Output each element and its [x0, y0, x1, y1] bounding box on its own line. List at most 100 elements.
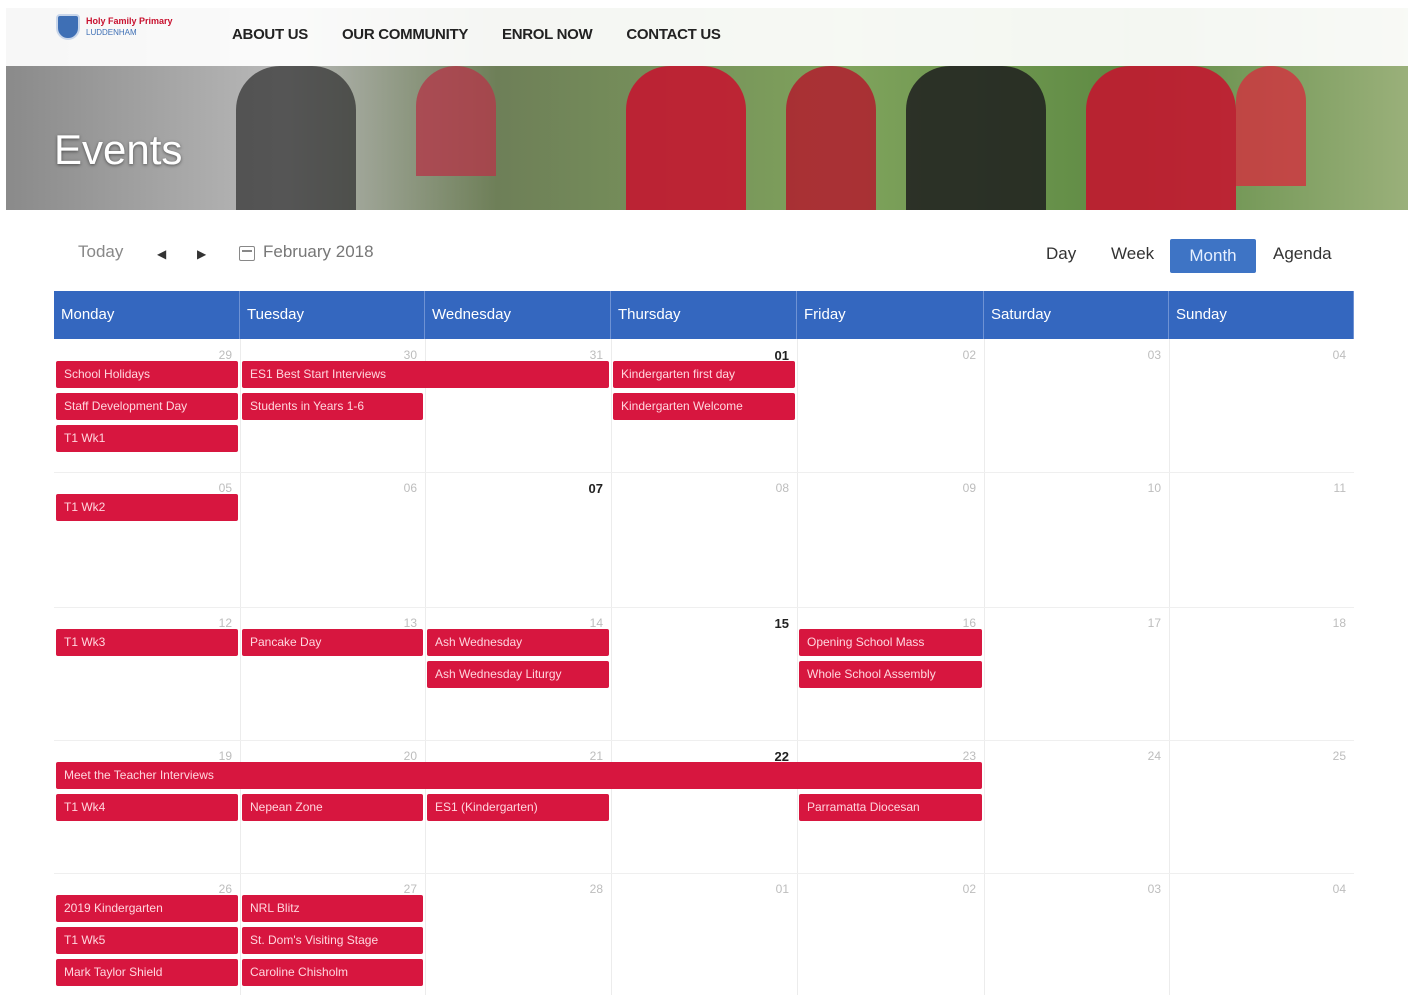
month-calendar: Monday Tuesday Wednesday Thursday Friday Satu… — [54, 291, 1354, 995]
calendar-event[interactable]: NRL Blitz — [242, 895, 423, 922]
main-nav: ABOUT US OUR COMMUNITY ENROL NOW CONTACT… — [232, 26, 755, 43]
day-header-wednesday: Wednesday — [425, 291, 611, 339]
calendar-event[interactable]: Students in Years 1-6 — [242, 393, 423, 420]
day-number[interactable]: 29 — [202, 348, 232, 362]
day-number[interactable]: 14 — [573, 616, 603, 630]
nav-our-community[interactable]: OUR COMMUNITY — [342, 26, 468, 43]
grid-row-divider — [54, 472, 1354, 473]
calendar-event[interactable]: Whole School Assembly — [799, 661, 982, 688]
nav-about-us[interactable]: ABOUT US — [232, 26, 308, 43]
grid-column-divider — [1169, 339, 1170, 995]
day-number[interactable]: 04 — [1316, 882, 1346, 896]
calendar-grid: 29 30 31 01 02 03 04 05 06 07 08 09 10 11 12 13 14 15 16 17… — [54, 339, 1354, 995]
grid-column-divider — [240, 339, 241, 995]
day-number[interactable]: 26 — [202, 882, 232, 896]
day-number[interactable]: 11 — [1316, 481, 1346, 495]
hero-banner: Holy Family Primary LUDDENHAM ABOUT US O… — [6, 8, 1408, 210]
day-number[interactable]: 05 — [202, 481, 232, 495]
day-number[interactable]: 23 — [946, 749, 976, 763]
calendar-event[interactable]: T1 Wk1 — [56, 425, 238, 452]
today-button[interactable]: Today — [78, 242, 123, 262]
day-number[interactable]: 15 — [759, 616, 789, 631]
next-month-icon[interactable]: ▶ — [197, 247, 206, 261]
day-number[interactable]: 17 — [1131, 616, 1161, 630]
day-number[interactable]: 24 — [1131, 749, 1161, 763]
day-number[interactable]: 16 — [946, 616, 976, 630]
day-header-monday: Monday — [54, 291, 240, 339]
day-number[interactable]: 20 — [387, 749, 417, 763]
day-header-sunday: Sunday — [1169, 291, 1354, 339]
calendar-event[interactable]: Ash Wednesday Liturgy — [427, 661, 609, 688]
day-header-row: Monday Tuesday Wednesday Thursday Friday Satu… — [54, 291, 1354, 339]
grid-column-divider — [984, 339, 985, 995]
calendar-event[interactable]: Meet the Teacher Interviews — [56, 762, 982, 789]
day-number[interactable]: 30 — [387, 348, 417, 362]
day-number[interactable]: 03 — [1131, 882, 1161, 896]
day-number[interactable]: 06 — [387, 481, 417, 495]
day-number[interactable]: 04 — [1316, 348, 1346, 362]
day-header-saturday: Saturday — [984, 291, 1169, 339]
calendar-event[interactable]: Staff Development Day — [56, 393, 238, 420]
day-number[interactable]: 02 — [946, 348, 976, 362]
calendar-toolbar: Today ◀ ▶ February 2018 Day Week Month A… — [54, 236, 1354, 276]
hero-photo — [6, 66, 1408, 210]
calendar-event[interactable]: St. Dom's Visiting Stage — [242, 927, 423, 954]
grid-row-divider — [54, 740, 1354, 741]
day-number[interactable]: 01 — [759, 882, 789, 896]
logo-line-1: Holy Family Primary — [86, 16, 173, 26]
view-agenda-button[interactable]: Agenda — [1273, 244, 1332, 264]
day-number[interactable]: 27 — [387, 882, 417, 896]
calendar-event[interactable]: Nepean Zone — [242, 794, 423, 821]
calendar-event[interactable]: T1 Wk2 — [56, 494, 238, 521]
day-number[interactable]: 21 — [573, 749, 603, 763]
calendar-event[interactable]: Opening School Mass — [799, 629, 982, 656]
view-week-button[interactable]: Week — [1111, 244, 1154, 264]
day-header-thursday: Thursday — [611, 291, 797, 339]
calendar-icon[interactable] — [239, 246, 255, 261]
nav-contact-us[interactable]: CONTACT US — [626, 26, 721, 43]
calendar-event[interactable]: Kindergarten first day — [613, 361, 795, 388]
calendar-event[interactable]: ES1 Best Start Interviews — [242, 361, 609, 388]
calendar-event[interactable]: School Holidays — [56, 361, 238, 388]
calendar-event[interactable]: Parramatta Diocesan — [799, 794, 982, 821]
view-day-button[interactable]: Day — [1046, 244, 1076, 264]
grid-column-divider — [425, 339, 426, 995]
day-number[interactable]: 08 — [759, 481, 789, 495]
day-number[interactable]: 13 — [387, 616, 417, 630]
day-number[interactable]: 07 — [573, 481, 603, 496]
grid-row-divider — [54, 873, 1354, 874]
calendar-event[interactable]: 2019 Kindergarten — [56, 895, 238, 922]
day-number[interactable]: 02 — [946, 882, 976, 896]
day-number[interactable]: 18 — [1316, 616, 1346, 630]
day-number[interactable]: 03 — [1131, 348, 1161, 362]
calendar-event[interactable]: T1 Wk3 — [56, 629, 238, 656]
day-header-friday: Friday — [797, 291, 984, 339]
nav-enrol-now[interactable]: ENROL NOW — [502, 26, 593, 43]
calendar-event[interactable]: Kindergarten Welcome — [613, 393, 795, 420]
prev-month-icon[interactable]: ◀ — [157, 247, 166, 261]
page-title: Events — [54, 126, 183, 173]
grid-column-divider — [797, 339, 798, 995]
day-number[interactable]: 31 — [573, 348, 603, 362]
day-number[interactable]: 12 — [202, 616, 232, 630]
day-number[interactable]: 25 — [1316, 749, 1346, 763]
day-number[interactable]: 28 — [573, 882, 603, 896]
calendar-event[interactable]: Ash Wednesday — [427, 629, 609, 656]
day-header-tuesday: Tuesday — [240, 291, 425, 339]
calendar-event[interactable]: T1 Wk5 — [56, 927, 238, 954]
calendar-event[interactable]: ES1 (Kindergarten) — [427, 794, 609, 821]
school-crest-icon — [56, 14, 80, 40]
day-number[interactable]: 10 — [1131, 481, 1161, 495]
calendar-event[interactable]: Mark Taylor Shield — [56, 959, 238, 986]
logo-line-2: LUDDENHAM — [86, 28, 137, 37]
calendar-event[interactable]: Pancake Day — [242, 629, 423, 656]
grid-row-divider — [54, 607, 1354, 608]
calendar-event[interactable]: Caroline Chisholm — [242, 959, 423, 986]
day-number[interactable]: 09 — [946, 481, 976, 495]
school-logo[interactable]: Holy Family Primary LUDDENHAM — [56, 14, 173, 40]
calendar-event[interactable]: T1 Wk4 — [56, 794, 238, 821]
grid-column-divider — [611, 339, 612, 995]
view-month-button[interactable]: Month — [1170, 239, 1256, 273]
month-label[interactable]: February 2018 — [263, 242, 374, 262]
day-number[interactable]: 19 — [202, 749, 232, 763]
